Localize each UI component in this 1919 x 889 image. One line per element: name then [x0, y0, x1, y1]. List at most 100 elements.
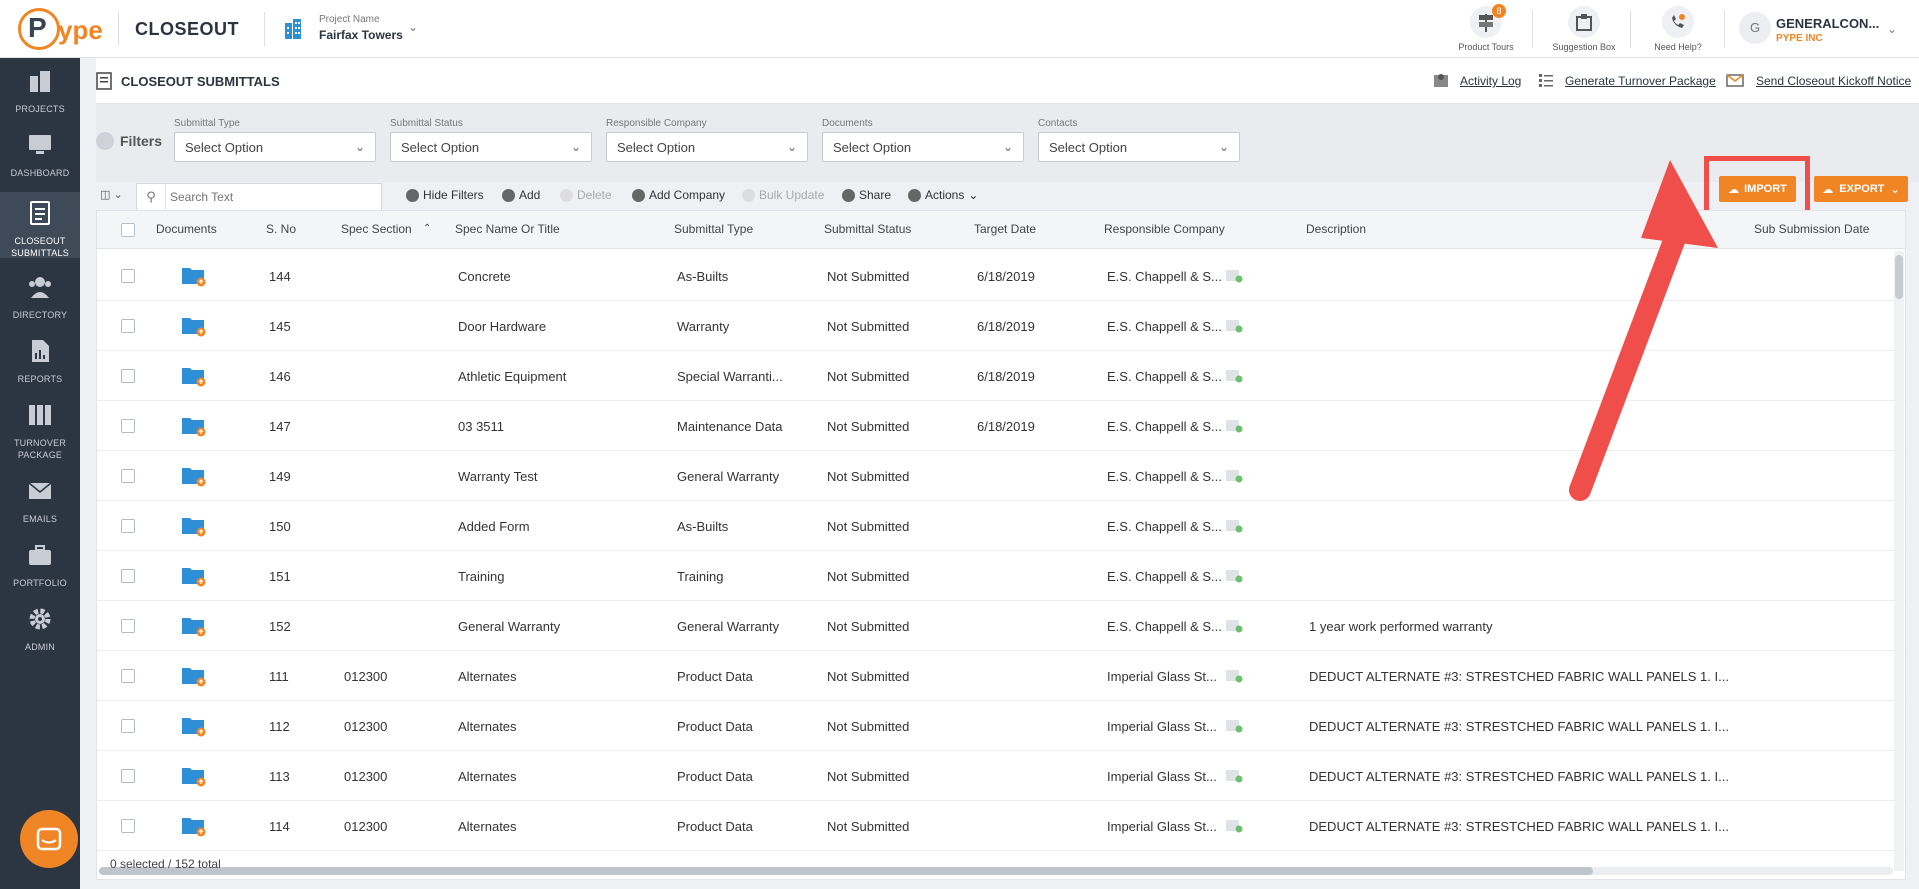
- table-row[interactable]: 152 General Warranty General Warranty No…: [97, 601, 1905, 651]
- cell-title[interactable]: Door Hardware: [458, 319, 546, 334]
- sidebar-item-closeout-submittals[interactable]: CLOSEOUT SUBMITTALS: [0, 192, 80, 258]
- add-contact-icon[interactable]: [1225, 367, 1243, 383]
- add-contact-icon[interactable]: [1225, 267, 1243, 283]
- documents-select[interactable]: Select Option ⌄: [822, 132, 1024, 162]
- column-header[interactable]: Responsible Company: [1104, 222, 1225, 236]
- cell-title[interactable]: Added Form: [458, 519, 530, 534]
- product-tours-button[interactable]: 8 Product Tours: [1446, 4, 1526, 52]
- column-header[interactable]: Target Date: [974, 222, 1036, 236]
- row-checkbox[interactable]: [121, 619, 135, 633]
- table-row[interactable]: 112 012300 Alternates Product Data Not S…: [97, 701, 1905, 751]
- table-row[interactable]: 114 012300 Alternates Product Data Not S…: [97, 801, 1905, 851]
- delete-button[interactable]: Delete: [560, 188, 612, 202]
- cell-title[interactable]: Alternates: [458, 819, 517, 834]
- add-contact-icon[interactable]: [1225, 617, 1243, 633]
- column-header[interactable]: Sub Submission Date: [1754, 222, 1869, 236]
- table-row[interactable]: 111 012300 Alternates Product Data Not S…: [97, 651, 1905, 701]
- folder-upload-icon[interactable]: [181, 515, 207, 537]
- user-name[interactable]: GENERALCON...: [1776, 16, 1879, 31]
- folder-upload-icon[interactable]: [181, 315, 207, 337]
- add-company-button[interactable]: Add Company: [632, 188, 725, 202]
- chat-launcher-button[interactable]: [20, 810, 78, 868]
- row-checkbox[interactable]: [121, 819, 135, 833]
- sidebar-item-admin[interactable]: ADMIN: [0, 606, 80, 666]
- table-row[interactable]: 113 012300 Alternates Product Data Not S…: [97, 751, 1905, 801]
- folder-upload-icon[interactable]: [181, 565, 207, 587]
- folder-upload-icon[interactable]: [181, 615, 207, 637]
- cell-title[interactable]: 03 3511: [458, 419, 504, 434]
- add-button[interactable]: Add: [502, 188, 540, 202]
- add-contact-icon[interactable]: [1225, 467, 1243, 483]
- bulk-update-button[interactable]: Bulk Update: [742, 188, 824, 202]
- generate-turnover-package-link[interactable]: Generate Turnover Package: [1565, 74, 1716, 88]
- column-toggle-button[interactable]: ◫ ⌄: [100, 188, 123, 201]
- vertical-scrollbar[interactable]: [1894, 251, 1904, 871]
- folder-upload-icon[interactable]: [181, 265, 207, 287]
- column-header[interactable]: Description: [1306, 222, 1366, 236]
- column-header[interactable]: Submittal Status: [824, 222, 911, 236]
- column-header[interactable]: Spec Section: [341, 222, 412, 236]
- sidebar-item-reports[interactable]: REPORTS: [0, 338, 80, 398]
- vertical-scroll-thumb[interactable]: [1895, 255, 1903, 299]
- row-checkbox[interactable]: [121, 719, 135, 733]
- horizontal-scroll-thumb[interactable]: [99, 867, 1593, 875]
- folder-upload-icon[interactable]: [181, 415, 207, 437]
- add-contact-icon[interactable]: [1225, 817, 1243, 833]
- row-checkbox[interactable]: [121, 269, 135, 283]
- project-selector[interactable]: Fairfax Towers: [319, 28, 403, 42]
- cell-title[interactable]: General Warranty: [458, 619, 560, 634]
- sidebar-item-portfolio[interactable]: PORTFOLIO: [0, 542, 80, 602]
- hide-filters-button[interactable]: Hide Filters: [406, 188, 484, 202]
- sidebar-item-directory[interactable]: DIRECTORY: [0, 274, 80, 334]
- column-header[interactable]: S. No: [266, 222, 296, 236]
- activity-log-link[interactable]: Activity Log: [1460, 74, 1521, 88]
- cell-title[interactable]: Training: [458, 569, 504, 584]
- need-help-button[interactable]: Need Help?: [1638, 6, 1718, 52]
- search-input[interactable]: [165, 184, 381, 210]
- actions-button[interactable]: Actions ⌄: [908, 188, 978, 202]
- folder-upload-icon[interactable]: [181, 665, 207, 687]
- folder-upload-icon[interactable]: [181, 465, 207, 487]
- share-button[interactable]: Share: [842, 188, 891, 202]
- row-checkbox[interactable]: [121, 669, 135, 683]
- sidebar-item-dashboard[interactable]: DASHBOARD: [0, 132, 80, 192]
- export-button[interactable]: ☁ EXPORT ⌄: [1814, 176, 1908, 202]
- folder-upload-icon[interactable]: [181, 365, 207, 387]
- row-checkbox[interactable]: [121, 769, 135, 783]
- column-header[interactable]: Spec Name Or Title: [455, 222, 560, 236]
- send-closeout-kickoff-link[interactable]: Send Closeout Kickoff Notice: [1756, 74, 1911, 88]
- submittal-type-select[interactable]: Select Option ⌄: [174, 132, 376, 162]
- cell-title[interactable]: Alternates: [458, 669, 517, 684]
- pype-logo[interactable]: P ype: [18, 8, 108, 50]
- add-contact-icon[interactable]: [1225, 317, 1243, 333]
- select-all-checkbox[interactable]: [121, 223, 135, 237]
- column-header[interactable]: Documents: [156, 222, 217, 236]
- suggestion-box-button[interactable]: Suggestion Box: [1544, 6, 1624, 52]
- add-contact-icon[interactable]: [1225, 717, 1243, 733]
- folder-upload-icon[interactable]: [181, 765, 207, 787]
- sort-ascending-icon[interactable]: ⌃: [423, 223, 431, 234]
- row-checkbox[interactable]: [121, 319, 135, 333]
- cell-title[interactable]: Concrete: [458, 269, 511, 284]
- add-contact-icon[interactable]: [1225, 517, 1243, 533]
- row-checkbox[interactable]: [121, 519, 135, 533]
- sidebar-item-emails[interactable]: EMAILS: [0, 478, 80, 538]
- row-checkbox[interactable]: [121, 569, 135, 583]
- folder-upload-icon[interactable]: [181, 715, 207, 737]
- add-contact-icon[interactable]: [1225, 767, 1243, 783]
- contacts-select[interactable]: Select Option ⌄: [1038, 132, 1240, 162]
- cell-title[interactable]: Alternates: [458, 769, 517, 784]
- submittal-status-select[interactable]: Select Option ⌄: [390, 132, 592, 162]
- cell-title[interactable]: Athletic Equipment: [458, 369, 566, 384]
- add-contact-icon[interactable]: [1225, 667, 1243, 683]
- sidebar-item-turnover-package[interactable]: TURNOVER PACKAGE: [0, 402, 80, 468]
- column-header[interactable]: Submittal Type: [674, 222, 753, 236]
- row-checkbox[interactable]: [121, 369, 135, 383]
- table-row[interactable]: 151 Training Training Not Submitted E.S.…: [97, 551, 1905, 601]
- cell-title[interactable]: Alternates: [458, 719, 517, 734]
- add-contact-icon[interactable]: [1225, 417, 1243, 433]
- avatar[interactable]: G: [1739, 12, 1771, 44]
- chevron-down-icon[interactable]: ⌄: [408, 20, 418, 34]
- sidebar-item-projects[interactable]: PROJECTS: [0, 68, 80, 128]
- row-checkbox[interactable]: [121, 469, 135, 483]
